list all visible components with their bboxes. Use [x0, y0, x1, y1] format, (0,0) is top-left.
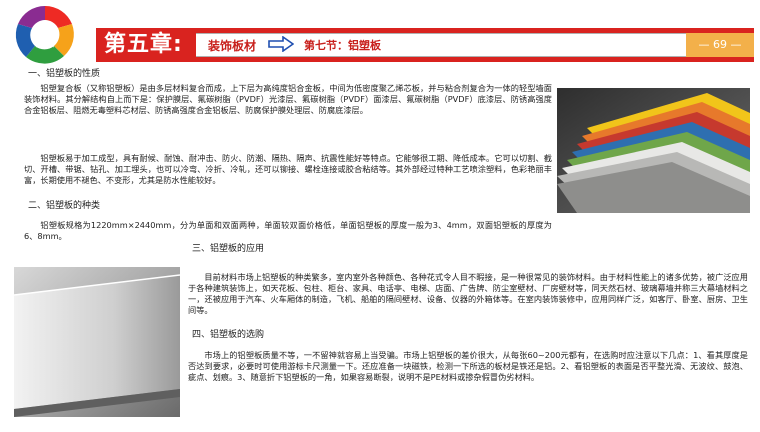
section-heading-4: 四、铝塑板的选购: [192, 330, 265, 340]
chapter-title: 第五章:: [104, 32, 183, 57]
breadcrumb-subsection: 第七节：铝塑板: [304, 39, 381, 52]
section-heading-3: 三、铝塑板的应用: [192, 244, 265, 254]
paragraph-4: 目前材料市场上铝塑板的种类繁多，室内室外各种颜色、各种花式令人目不暇接，是一种很…: [188, 272, 748, 315]
paragraph-5: 市场上的铝塑板质量不等，一不留神就容易上当受骗。市场上铝塑板的差价很大，从每张6…: [188, 350, 748, 382]
right-arrow-icon: [268, 36, 294, 52]
paragraph-1: 铝塑复合板（又称铝塑板）是由多层材料复合而成，上下层为高纯度铝合金板，中间为低密…: [24, 83, 552, 115]
paragraph-3: 铝塑板规格为1220mm×2440mm，分为单面和双面两种，单面较双面价格低，单…: [24, 220, 552, 241]
section-heading-2: 二、铝塑板的种类: [28, 201, 101, 211]
logo-icon: [15, 5, 74, 64]
breadcrumb-section: 装饰板材: [208, 39, 257, 53]
section-heading-1: 一、铝塑板的性质: [28, 69, 101, 79]
aluminum-sheet-photo: [14, 267, 180, 417]
aluminum-panels-photo: [557, 88, 750, 213]
paragraph-2: 铝塑板易于加工成型，具有耐候、耐蚀、耐冲击、防火、防潮、隔热、隔声、抗震性能好等…: [24, 153, 552, 185]
page-number: — 69 —: [686, 33, 754, 57]
